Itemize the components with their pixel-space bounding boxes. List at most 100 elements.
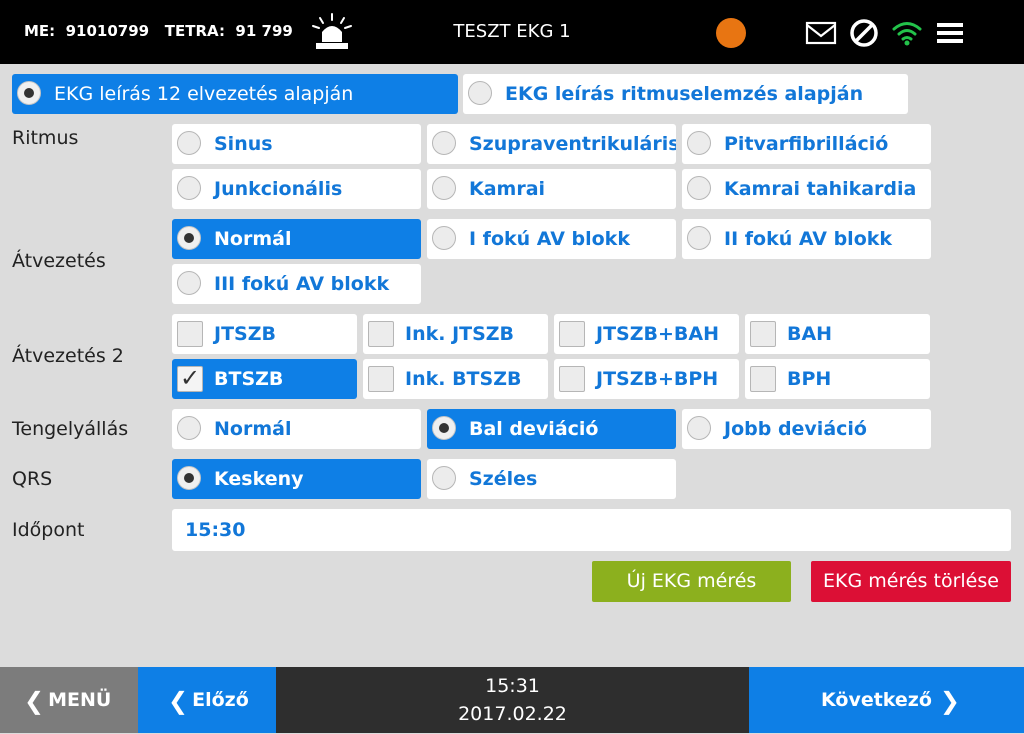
atvezetes-ii-foku-option[interactable]: II fokú AV blokk [682, 219, 931, 259]
option-label: Kamrai [469, 178, 546, 200]
hamburger-menu-icon[interactable] [934, 17, 966, 49]
atvezetes2-label: Átvezetés 2 [12, 345, 124, 367]
option-label: Szupraventrikuláris [469, 133, 676, 155]
chevron-left-icon: ❮ [24, 686, 45, 715]
qrs-keskeny-option[interactable]: Keskeny [172, 459, 421, 499]
ekg-form: EKG leírás 12 elvezetés alapján EKG leír… [0, 64, 1024, 667]
ink-jtszb-checkbox[interactable]: Ink. JTSZB [363, 314, 548, 354]
top-bar: ME: 91010799 TETRA: 91 799 TESZT EKG 1 [0, 0, 1024, 64]
clock-date: 2017.02.22 [458, 703, 567, 725]
atvezetes-normal-option[interactable]: Normál [172, 219, 421, 259]
ritmus-sinus-option[interactable]: Sinus [172, 124, 421, 164]
status-indicator [716, 18, 746, 48]
option-label: Bal deviáció [469, 418, 599, 440]
tetra-label: TETRA: [164, 22, 225, 40]
option-label: Ink. JTSZB [405, 323, 515, 345]
option-label: Széles [469, 468, 538, 490]
me-label: ME: [24, 22, 56, 40]
radio-icon [177, 416, 201, 440]
chevron-right-icon: ❯ [939, 686, 961, 715]
qrs-label: QRS [12, 468, 53, 490]
chevron-left-icon: ❮ [168, 686, 189, 715]
option-label: Junkcionális [214, 178, 343, 200]
bah-checkbox[interactable]: BAH [745, 314, 930, 354]
ritmus-kamrai-tahikardia-option[interactable]: Kamrai tahikardia [682, 169, 931, 209]
clock-time: 15:31 [485, 675, 540, 697]
page-title: TESZT EKG 1 [453, 21, 571, 42]
prev-label: Előző [192, 689, 249, 711]
radio-icon [177, 271, 201, 295]
radio-selected-icon [432, 416, 456, 440]
mode-12-lead-option[interactable]: EKG leírás 12 elvezetés alapján [12, 74, 458, 114]
tengely-jobb-deviacio-option[interactable]: Jobb deviáció [682, 409, 931, 449]
bottom-bar: ❮ MENÜ ❮ Előző 15:31 2017.02.22 Következő ❯ [0, 667, 1024, 733]
atvezetes-i-foku-option[interactable]: I fokú AV blokk [427, 219, 676, 259]
checkbox-icon [559, 366, 585, 392]
next-label: Következő [821, 689, 932, 711]
siren-icon[interactable] [310, 12, 354, 52]
mail-icon[interactable] [805, 17, 837, 49]
jtszb-bph-checkbox[interactable]: JTSZB+BPH [554, 359, 739, 399]
tengely-label: Tengelyállás [12, 418, 129, 440]
option-label: III fokú AV blokk [214, 273, 390, 295]
checkmark-icon: ✓ [180, 364, 201, 392]
tetra-value: 91 799 [235, 22, 293, 40]
ritmus-szupraventrikularis-option[interactable]: Szupraventrikuláris [427, 124, 676, 164]
option-label: Sinus [214, 133, 273, 155]
radio-icon [177, 176, 201, 200]
option-label: JTSZB+BPH [596, 368, 719, 390]
prev-button[interactable]: ❮ Előző [138, 667, 276, 733]
option-label: Normál [214, 228, 292, 250]
radio-icon [687, 176, 711, 200]
option-label: I fokú AV blokk [469, 228, 630, 250]
option-label: Jobb deviáció [724, 418, 867, 440]
radio-icon [432, 226, 456, 250]
radio-icon [432, 131, 456, 155]
option-label: BTSZB [214, 368, 284, 390]
jtszb-bah-checkbox[interactable]: JTSZB+BAH [554, 314, 739, 354]
tengely-normal-option[interactable]: Normál [172, 409, 421, 449]
tengely-bal-deviacio-option[interactable]: Bal deviáció [427, 409, 676, 449]
block-icon[interactable] [848, 17, 880, 49]
option-label: JTSZB [214, 323, 276, 345]
checkbox-icon [559, 321, 585, 347]
menu-button[interactable]: ❮ MENÜ [0, 667, 138, 733]
wifi-icon[interactable] [891, 17, 923, 49]
radio-selected-icon [177, 226, 201, 250]
checkbox-icon [368, 321, 394, 347]
checkbox-icon [368, 366, 394, 392]
option-label: Ink. BTSZB [405, 368, 522, 390]
new-ekg-button[interactable]: Új EKG mérés [592, 561, 791, 602]
ritmus-kamrai-option[interactable]: Kamrai [427, 169, 676, 209]
next-button[interactable]: Következő ❯ [749, 667, 1024, 733]
btszb-checkbox[interactable]: ✓ BTSZB [172, 359, 357, 399]
qrs-szeles-option[interactable]: Széles [427, 459, 676, 499]
atvezetes-iii-foku-option[interactable]: III fokú AV blokk [172, 264, 421, 304]
atvezetes-label: Átvezetés [12, 250, 106, 272]
time-input[interactable]: 15:30 [172, 509, 1011, 551]
mode-rhythm-option[interactable]: EKG leírás ritmuselemzés alapján [463, 74, 908, 114]
radio-icon [432, 176, 456, 200]
option-label: Keskeny [214, 468, 304, 490]
ritmus-pitvarfibrillacio-option[interactable]: Pitvarfibrilláció [682, 124, 931, 164]
option-label: EKG leírás ritmuselemzés alapján [505, 83, 864, 105]
option-label: EKG leírás 12 elvezetés alapján [54, 83, 354, 105]
radio-icon [687, 226, 711, 250]
ink-btszb-checkbox[interactable]: Ink. BTSZB [363, 359, 548, 399]
ritmus-junkcionalis-option[interactable]: Junkcionális [172, 169, 421, 209]
idopont-label: Időpont [12, 519, 85, 541]
option-label: BPH [787, 368, 832, 390]
option-label: BAH [787, 323, 833, 345]
option-label: Kamrai tahikardia [724, 178, 917, 200]
menu-label: MENÜ [48, 689, 112, 711]
radio-icon [432, 466, 456, 490]
clock: 15:31 2017.02.22 [276, 667, 749, 733]
radio-icon [687, 131, 711, 155]
bph-checkbox[interactable]: BPH [745, 359, 930, 399]
jtszb-checkbox[interactable]: JTSZB [172, 314, 357, 354]
option-label: Normál [214, 418, 292, 440]
delete-ekg-button[interactable]: EKG mérés törlése [811, 561, 1011, 602]
checkbox-checked-icon: ✓ [177, 364, 203, 392]
option-label: Pitvarfibrilláció [724, 133, 889, 155]
radio-icon [468, 81, 492, 105]
